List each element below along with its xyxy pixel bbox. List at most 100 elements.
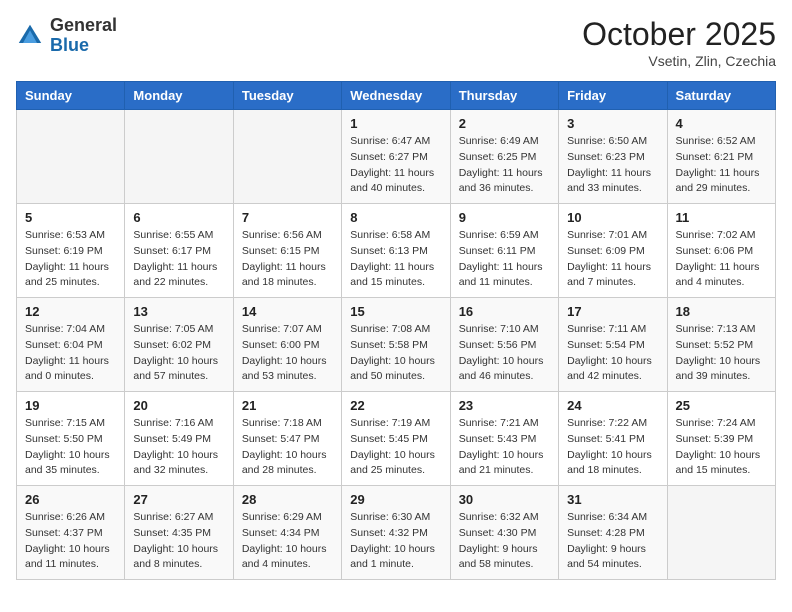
day-number: 20 bbox=[133, 398, 224, 413]
day-number: 29 bbox=[350, 492, 441, 507]
day-number: 2 bbox=[459, 116, 550, 131]
day-number: 31 bbox=[567, 492, 658, 507]
calendar-week-row: 26 Sunrise: 6:26 AM Sunset: 4:37 PM Dayli… bbox=[17, 486, 776, 580]
day-info: Sunrise: 6:29 AM Sunset: 4:34 PM Dayligh… bbox=[242, 510, 333, 573]
calendar-cell: 15Sunrise: 7:08 AM Sunset: 5:58 PM Dayli… bbox=[342, 298, 450, 392]
calendar-cell: 16 Sunrise: 7:10 AM Sunset: 5:56 PM Dayli… bbox=[450, 298, 558, 392]
calendar-cell bbox=[233, 110, 341, 204]
calendar-cell: 1Sunrise: 6:47 AM Sunset: 6:27 PM Daylig… bbox=[342, 110, 450, 204]
calendar-week-row: 5 Sunrise: 6:53 AM Sunset: 6:19 PM Daylig… bbox=[17, 204, 776, 298]
day-info: Sunrise: 6:34 AM Sunset: 4:28 PM Dayligh… bbox=[567, 510, 658, 573]
calendar-cell: 21 Sunrise: 7:18 AM Sunset: 5:47 PM Dayli… bbox=[233, 392, 341, 486]
month-title: October 2025 bbox=[582, 16, 776, 53]
day-number: 5 bbox=[25, 210, 116, 225]
calendar-cell: 30Sunrise: 6:32 AM Sunset: 4:30 PM Dayli… bbox=[450, 486, 558, 580]
weekday-header: Monday bbox=[125, 82, 233, 110]
day-number: 13 bbox=[133, 304, 224, 319]
day-info: Sunrise: 7:01 AM Sunset: 6:09 PM Dayligh… bbox=[567, 228, 658, 291]
calendar-week-row: 1Sunrise: 6:47 AM Sunset: 6:27 PM Daylig… bbox=[17, 110, 776, 204]
day-info: Sunrise: 6:27 AM Sunset: 4:35 PM Dayligh… bbox=[133, 510, 224, 573]
day-number: 12 bbox=[25, 304, 116, 319]
title-block: October 2025 Vsetin, Zlin, Czechia bbox=[582, 16, 776, 69]
day-info: Sunrise: 6:47 AM Sunset: 6:27 PM Dayligh… bbox=[350, 134, 441, 197]
calendar-cell: 25 Sunrise: 7:24 AM Sunset: 5:39 PM Dayli… bbox=[667, 392, 775, 486]
calendar-cell: 7Sunrise: 6:56 AM Sunset: 6:15 PM Daylig… bbox=[233, 204, 341, 298]
day-info: Sunrise: 6:55 AM Sunset: 6:17 PM Dayligh… bbox=[133, 228, 224, 291]
day-number: 25 bbox=[676, 398, 767, 413]
day-number: 23 bbox=[459, 398, 550, 413]
calendar-cell: 10Sunrise: 7:01 AM Sunset: 6:09 PM Dayli… bbox=[559, 204, 667, 298]
day-info: Sunrise: 6:59 AM Sunset: 6:11 PM Dayligh… bbox=[459, 228, 550, 291]
calendar-cell bbox=[125, 110, 233, 204]
day-info: Sunrise: 6:26 AM Sunset: 4:37 PM Dayligh… bbox=[25, 510, 116, 573]
day-info: Sunrise: 6:53 AM Sunset: 6:19 PM Dayligh… bbox=[25, 228, 116, 291]
calendar-cell: 14Sunrise: 7:07 AM Sunset: 6:00 PM Dayli… bbox=[233, 298, 341, 392]
calendar-cell: 31 Sunrise: 6:34 AM Sunset: 4:28 PM Dayli… bbox=[559, 486, 667, 580]
calendar-cell: 26 Sunrise: 6:26 AM Sunset: 4:37 PM Dayli… bbox=[17, 486, 125, 580]
calendar-cell: 24Sunrise: 7:22 AM Sunset: 5:41 PM Dayli… bbox=[559, 392, 667, 486]
day-info: Sunrise: 7:07 AM Sunset: 6:00 PM Dayligh… bbox=[242, 322, 333, 385]
day-number: 8 bbox=[350, 210, 441, 225]
weekday-header-row: SundayMondayTuesdayWednesdayThursdayFrid… bbox=[17, 82, 776, 110]
calendar-cell: 2 Sunrise: 6:49 AM Sunset: 6:25 PM Daylig… bbox=[450, 110, 558, 204]
day-number: 6 bbox=[133, 210, 224, 225]
weekday-header: Tuesday bbox=[233, 82, 341, 110]
day-info: Sunrise: 7:02 AM Sunset: 6:06 PM Dayligh… bbox=[676, 228, 767, 291]
weekday-header: Wednesday bbox=[342, 82, 450, 110]
day-info: Sunrise: 7:16 AM Sunset: 5:49 PM Dayligh… bbox=[133, 416, 224, 479]
day-number: 15 bbox=[350, 304, 441, 319]
location-subtitle: Vsetin, Zlin, Czechia bbox=[582, 53, 776, 69]
calendar-cell bbox=[17, 110, 125, 204]
calendar-cell: 5 Sunrise: 6:53 AM Sunset: 6:19 PM Daylig… bbox=[17, 204, 125, 298]
day-info: Sunrise: 6:52 AM Sunset: 6:21 PM Dayligh… bbox=[676, 134, 767, 197]
calendar-cell: 22 Sunrise: 7:19 AM Sunset: 5:45 PM Dayli… bbox=[342, 392, 450, 486]
day-number: 19 bbox=[25, 398, 116, 413]
day-number: 26 bbox=[25, 492, 116, 507]
day-number: 28 bbox=[242, 492, 333, 507]
calendar-cell: 9 Sunrise: 6:59 AM Sunset: 6:11 PM Daylig… bbox=[450, 204, 558, 298]
logo: General Blue bbox=[16, 16, 117, 56]
day-number: 7 bbox=[242, 210, 333, 225]
day-number: 4 bbox=[676, 116, 767, 131]
calendar-cell: 17Sunrise: 7:11 AM Sunset: 5:54 PM Dayli… bbox=[559, 298, 667, 392]
day-info: Sunrise: 7:19 AM Sunset: 5:45 PM Dayligh… bbox=[350, 416, 441, 479]
calendar-table: SundayMondayTuesdayWednesdayThursdayFrid… bbox=[16, 81, 776, 580]
day-info: Sunrise: 7:24 AM Sunset: 5:39 PM Dayligh… bbox=[676, 416, 767, 479]
calendar-cell: 27 Sunrise: 6:27 AM Sunset: 4:35 PM Dayli… bbox=[125, 486, 233, 580]
calendar-cell: 3 Sunrise: 6:50 AM Sunset: 6:23 PM Daylig… bbox=[559, 110, 667, 204]
calendar-cell: 11Sunrise: 7:02 AM Sunset: 6:06 PM Dayli… bbox=[667, 204, 775, 298]
calendar-cell: 20 Sunrise: 7:16 AM Sunset: 5:49 PM Dayli… bbox=[125, 392, 233, 486]
day-number: 17 bbox=[567, 304, 658, 319]
day-number: 21 bbox=[242, 398, 333, 413]
calendar-cell: 6 Sunrise: 6:55 AM Sunset: 6:17 PM Daylig… bbox=[125, 204, 233, 298]
day-info: Sunrise: 7:13 AM Sunset: 5:52 PM Dayligh… bbox=[676, 322, 767, 385]
day-number: 22 bbox=[350, 398, 441, 413]
calendar-cell: 29Sunrise: 6:30 AM Sunset: 4:32 PM Dayli… bbox=[342, 486, 450, 580]
weekday-header: Thursday bbox=[450, 82, 558, 110]
day-number: 9 bbox=[459, 210, 550, 225]
day-info: Sunrise: 7:05 AM Sunset: 6:02 PM Dayligh… bbox=[133, 322, 224, 385]
calendar-cell: 12 Sunrise: 7:04 AM Sunset: 6:04 PM Dayli… bbox=[17, 298, 125, 392]
weekday-header: Saturday bbox=[667, 82, 775, 110]
day-info: Sunrise: 7:21 AM Sunset: 5:43 PM Dayligh… bbox=[459, 416, 550, 479]
calendar-cell: 19Sunrise: 7:15 AM Sunset: 5:50 PM Dayli… bbox=[17, 392, 125, 486]
calendar-cell: 18Sunrise: 7:13 AM Sunset: 5:52 PM Dayli… bbox=[667, 298, 775, 392]
day-number: 24 bbox=[567, 398, 658, 413]
day-info: Sunrise: 7:04 AM Sunset: 6:04 PM Dayligh… bbox=[25, 322, 116, 385]
day-number: 3 bbox=[567, 116, 658, 131]
day-info: Sunrise: 6:49 AM Sunset: 6:25 PM Dayligh… bbox=[459, 134, 550, 197]
day-number: 16 bbox=[459, 304, 550, 319]
day-info: Sunrise: 6:50 AM Sunset: 6:23 PM Dayligh… bbox=[567, 134, 658, 197]
day-number: 27 bbox=[133, 492, 224, 507]
calendar-cell bbox=[667, 486, 775, 580]
day-number: 30 bbox=[459, 492, 550, 507]
calendar-cell: 13 Sunrise: 7:05 AM Sunset: 6:02 PM Dayli… bbox=[125, 298, 233, 392]
page-header: General Blue October 2025 Vsetin, Zlin, … bbox=[16, 16, 776, 69]
calendar-cell: 4 Sunrise: 6:52 AM Sunset: 6:21 PM Daylig… bbox=[667, 110, 775, 204]
day-info: Sunrise: 7:18 AM Sunset: 5:47 PM Dayligh… bbox=[242, 416, 333, 479]
weekday-header: Friday bbox=[559, 82, 667, 110]
calendar-cell: 23 Sunrise: 7:21 AM Sunset: 5:43 PM Dayli… bbox=[450, 392, 558, 486]
logo-text: General Blue bbox=[50, 16, 117, 56]
day-info: Sunrise: 6:58 AM Sunset: 6:13 PM Dayligh… bbox=[350, 228, 441, 291]
day-info: Sunrise: 7:10 AM Sunset: 5:56 PM Dayligh… bbox=[459, 322, 550, 385]
